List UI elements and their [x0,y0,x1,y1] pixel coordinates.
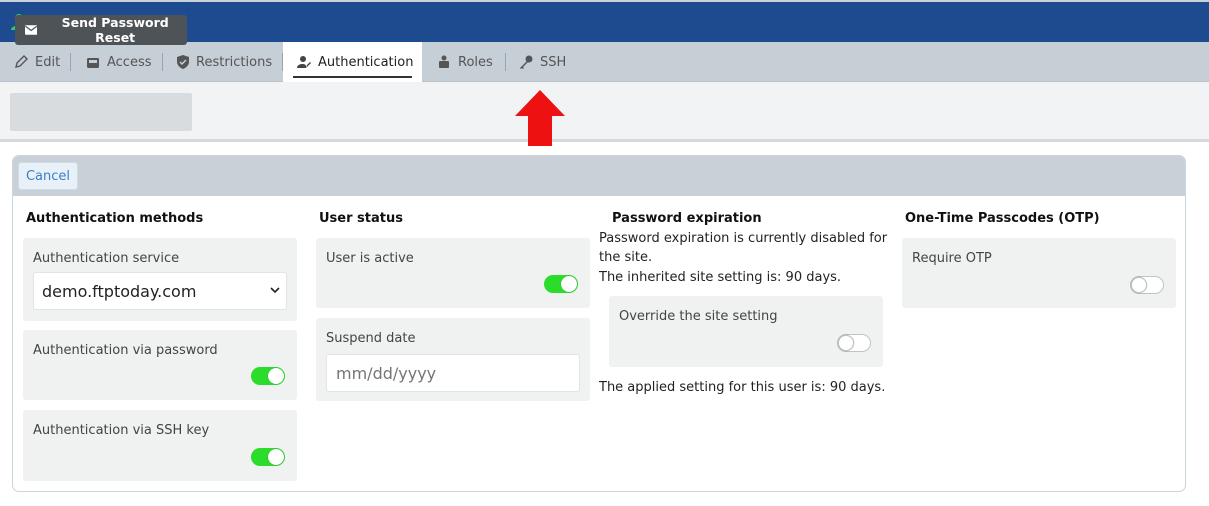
tab-label: Edit [35,54,61,70]
override-site-setting-box: Override the site setting [609,296,883,367]
toggle-knob [268,368,284,384]
auth-via-ssh-label: Authentication via SSH key [33,423,210,438]
override-site-setting-toggle[interactable] [837,334,871,352]
key-icon [520,55,533,69]
auth-service-label: Authentication service [33,251,180,266]
expiration-disabled-text: Password expiration is currently disable… [599,231,888,246]
applied-setting-text: The applied setting for this user is: 90… [599,380,886,395]
otp-heading: One-Time Passcodes (OTP) [905,211,1100,226]
panel-header: Cancel [13,156,1185,196]
user-active-box: User is active [316,238,590,308]
tab-divider [70,53,71,71]
chevron-down-icon [270,287,280,294]
button-group [10,93,192,131]
auth-via-ssh-box: Authentication via SSH key [23,410,297,481]
toggle-knob [838,335,854,351]
tab-restrictions[interactable]: Restrictions [177,42,272,82]
user-active-toggle[interactable] [544,275,578,293]
password-expiration-heading: Password expiration [612,211,762,226]
tab-roles[interactable]: Roles [437,42,493,82]
tab-label: Authentication [318,54,414,70]
require-otp-box: Require OTP [902,238,1176,308]
auth-via-password-toggle[interactable] [251,367,285,385]
auth-service-select[interactable]: demo.ftptoday.com [33,272,287,310]
tab-edit[interactable]: Edit [14,42,60,82]
override-site-setting-label: Override the site setting [619,309,778,324]
tab-bar: Edit Access Restrictions Authentication … [0,42,1209,82]
red-arrow-annotation [515,90,565,146]
user-active-label: User is active [326,251,414,266]
tab-ssh[interactable]: SSH [519,42,566,82]
auth-service-box: Authentication service demo.ftptoday.com [23,238,297,321]
toggle-knob [1131,277,1147,293]
tab-authentication[interactable]: Authentication [283,42,422,82]
toggle-knob [561,276,577,292]
tab-label: SSH [540,54,567,70]
tab-label: Roles [458,54,493,70]
suspend-date-input[interactable] [326,354,580,392]
auth-methods-heading: Authentication methods [26,211,204,226]
tab-access[interactable]: Access [86,42,152,82]
toolbar [0,82,1209,142]
inbox-icon [87,57,99,68]
require-otp-toggle[interactable] [1130,276,1164,294]
tab-label: Access [107,54,152,70]
tab-label: Restrictions [196,54,273,70]
tab-divider [162,53,163,71]
pencil-icon [15,55,28,68]
expiration-disabled-text-cont: the site. [599,250,653,265]
roles-icon [439,55,449,68]
auth-via-password-label: Authentication via password [33,343,218,358]
shield-icon [177,55,189,69]
suspend-date-box: Suspend date [316,318,590,401]
authentication-form-panel: Cancel Authentication methods Authentica… [12,155,1186,492]
cancel-button[interactable]: Cancel [18,162,78,190]
suspend-date-label: Suspend date [326,331,416,346]
active-tab-underline [293,76,412,78]
envelope-icon [25,25,38,35]
inherited-setting-text: The inherited site setting is: 90 days. [599,270,842,285]
auth-via-ssh-toggle[interactable] [251,448,285,466]
send-password-reset-button[interactable]: Send Password Reset [15,15,187,45]
auth-service-value: demo.ftptoday.com [42,281,197,301]
user-status-heading: User status [319,211,403,226]
require-otp-label: Require OTP [912,251,992,266]
auth-via-password-box: Authentication via password [23,330,297,400]
toggle-knob [268,449,284,465]
send-password-reset-label: Send Password Reset [61,15,169,45]
user-edit-icon [297,56,311,68]
tab-divider [505,53,506,71]
